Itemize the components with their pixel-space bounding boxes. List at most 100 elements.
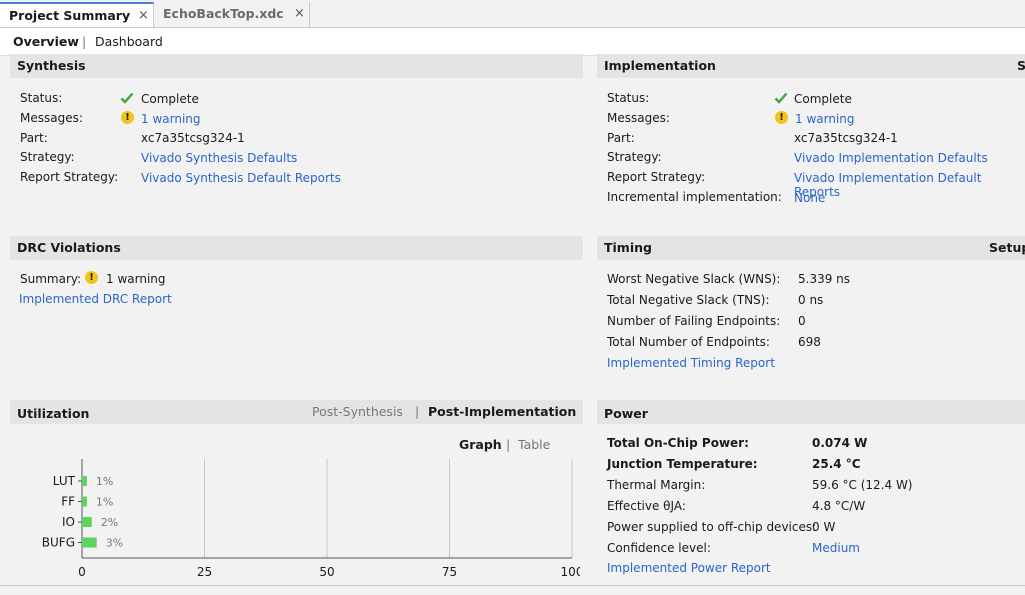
editor-tab-bar: Project Summary × EchoBackTop.xdc × — [0, 0, 1025, 28]
check-icon — [120, 92, 134, 104]
junction-temperature-label: Junction Temperature: — [607, 457, 758, 471]
post-implementation-tab[interactable]: Post-Implementation — [428, 404, 576, 419]
x-tick-label-0: 0 — [78, 565, 86, 579]
timing-report-link[interactable]: Implemented Timing Report — [607, 356, 775, 370]
category-label-io: IO — [62, 515, 75, 529]
timing-title: Timing — [604, 240, 652, 255]
off-chip-power-value: 0 W — [812, 520, 836, 534]
confidence-level-label: Confidence level: — [607, 541, 711, 555]
synthesis-strategy-label: Strategy: — [20, 150, 75, 164]
total-endpoints-value: 698 — [798, 335, 821, 349]
off-chip-power-label: Power supplied to off-chip devices: — [607, 520, 817, 534]
table-view-tab[interactable]: Table — [518, 437, 550, 452]
x-tick-label-75: 75 — [442, 565, 457, 579]
tab-label: EchoBackTop.xdc — [163, 6, 284, 21]
warning-icon: ! — [775, 111, 788, 124]
bar-bufg — [82, 537, 97, 548]
power-title: Power — [604, 406, 648, 421]
wns-label: Worst Negative Slack (WNS): — [607, 272, 781, 286]
synthesis-strategy-link[interactable]: Vivado Synthesis Defaults — [141, 151, 297, 165]
total-on-chip-power-value: 0.074 W — [812, 436, 868, 450]
utilization-tab-separator: | — [415, 404, 420, 419]
bar-io — [82, 517, 92, 527]
timing-setup-tab[interactable]: Setup — [989, 240, 1025, 255]
x-tick-label-25: 25 — [197, 565, 212, 579]
overview-tab[interactable]: Overview — [13, 34, 79, 49]
dashboard-tab[interactable]: Dashboard — [95, 34, 163, 49]
implementation-title: Implementation — [604, 58, 716, 73]
synthesis-part-value: xc7a35tcsg324-1 — [141, 131, 245, 145]
thermal-margin-label: Thermal Margin: — [607, 478, 706, 492]
implementation-status-label: Status: — [607, 91, 650, 105]
close-icon[interactable]: × — [138, 8, 149, 23]
category-label-lut: LUT — [53, 474, 76, 488]
implementation-header: Implementation S — [597, 54, 1025, 78]
category-label-ff: FF — [61, 495, 75, 509]
implementation-report-strategy-label: Report Strategy: — [607, 170, 706, 184]
failing-endpoints-label: Number of Failing Endpoints: — [607, 314, 781, 328]
warning-icon: ! — [85, 271, 98, 284]
drc-report-link[interactable]: Implemented DRC Report — [19, 292, 172, 306]
bar-ff — [82, 496, 87, 507]
data-label-bufg: 3% — [106, 537, 123, 550]
tab-project-summary[interactable]: Project Summary × — [0, 2, 154, 27]
summary-subnav: Overview | Dashboard — [0, 28, 1025, 56]
total-on-chip-power-label: Total On-Chip Power: — [607, 436, 749, 450]
synthesis-messages-link[interactable]: 1 warning — [141, 112, 201, 126]
implementation-report-strategy-link[interactable]: Vivado Implementation Default Reports — [794, 171, 1025, 199]
tns-label: Total Negative Slack (TNS): — [607, 293, 770, 307]
effective-theta-ja-value: 4.8 °C/W — [812, 499, 866, 513]
utilization-title: Utilization — [17, 406, 90, 421]
implementation-messages-label: Messages: — [607, 111, 670, 125]
view-tab-separator: | — [506, 437, 511, 452]
graph-view-tab[interactable]: Graph — [459, 437, 502, 452]
wns-value: 5.339 ns — [798, 272, 851, 286]
implementation-edge-label: S — [1017, 58, 1025, 73]
synthesis-part-label: Part: — [20, 131, 48, 145]
check-icon — [774, 92, 788, 104]
synthesis-status-label: Status: — [20, 91, 63, 105]
synthesis-messages-label: Messages: — [20, 111, 83, 125]
synthesis-title: Synthesis — [17, 58, 86, 73]
power-report-link[interactable]: Implemented Power Report — [607, 561, 771, 575]
implementation-part-label: Part: — [607, 131, 635, 145]
warning-icon: ! — [121, 111, 134, 124]
power-header: Power — [597, 400, 1025, 424]
effective-theta-ja-label: Effective θJA: — [607, 499, 686, 513]
incremental-implementation-link[interactable]: None — [794, 191, 825, 205]
tab-echobacktop-xdc[interactable]: EchoBackTop.xdc × — [154, 2, 310, 27]
implementation-strategy-label: Strategy: — [607, 150, 662, 164]
drc-title: DRC Violations — [17, 240, 121, 255]
junction-temperature-value: 25.4 °C — [812, 457, 861, 471]
confidence-level-link[interactable]: Medium — [812, 541, 860, 555]
data-label-lut: 1% — [96, 475, 113, 488]
bar-lut — [82, 476, 87, 486]
utilization-chart: 0 25 50 75 100 LUT 1% FF 1% IO 2% BUFG 3% — [42, 459, 580, 579]
bottom-divider — [0, 585, 1025, 586]
drc-header: DRC Violations — [10, 236, 583, 260]
data-label-io: 2% — [101, 516, 118, 529]
incremental-implementation-label: Incremental implementation: — [607, 190, 782, 204]
implementation-part-value: xc7a35tcsg324-1 — [794, 131, 898, 145]
drc-summary-value: 1 warning — [106, 272, 166, 286]
thermal-margin-value: 59.6 °C (12.4 W) — [812, 478, 913, 492]
synthesis-report-strategy-link[interactable]: Vivado Synthesis Default Reports — [141, 171, 341, 185]
subnav-separator: | — [82, 34, 87, 49]
failing-endpoints-value: 0 — [798, 314, 806, 328]
implementation-status-value: Complete — [794, 92, 852, 106]
synthesis-header: Synthesis — [10, 54, 583, 78]
implementation-messages-link[interactable]: 1 warning — [795, 112, 855, 126]
tns-value: 0 ns — [798, 293, 824, 307]
data-label-ff: 1% — [96, 496, 113, 509]
close-icon[interactable]: × — [294, 6, 305, 21]
synthesis-status-value: Complete — [141, 92, 199, 106]
x-tick-label-100: 100 — [561, 565, 580, 579]
timing-header: Timing Setup — [597, 236, 1025, 260]
total-endpoints-label: Total Number of Endpoints: — [607, 335, 770, 349]
tab-label: Project Summary — [9, 8, 131, 23]
synthesis-report-strategy-label: Report Strategy: — [20, 170, 119, 184]
implementation-strategy-link[interactable]: Vivado Implementation Defaults — [794, 151, 988, 165]
post-synthesis-tab[interactable]: Post-Synthesis — [312, 404, 403, 419]
drc-summary-label: Summary: — [20, 272, 82, 286]
category-label-bufg: BUFG — [42, 536, 75, 550]
